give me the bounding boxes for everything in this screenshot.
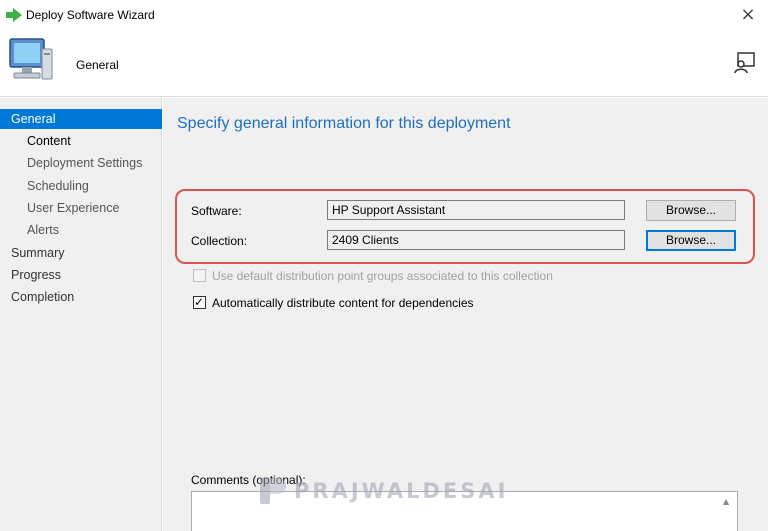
nav-item-alerts[interactable]: Alerts xyxy=(0,220,162,240)
browse-software-button[interactable]: Browse... xyxy=(646,200,736,221)
header-title: General xyxy=(76,58,119,72)
nav-item-summary[interactable]: Summary xyxy=(0,243,162,263)
browse-collection-button[interactable]: Browse... xyxy=(646,230,736,251)
nav-item-scheduling[interactable]: Scheduling xyxy=(0,176,162,196)
watermark-text: PRAJWALDESAI xyxy=(294,479,509,503)
green-arrow-icon xyxy=(6,8,22,22)
nav-item-general[interactable]: General xyxy=(0,109,162,129)
scroll-up-icon[interactable]: ▲ xyxy=(723,497,766,506)
auto-distribute-label: Automatically distribute content for dep… xyxy=(212,296,474,310)
window-title: Deploy Software Wizard xyxy=(26,8,155,22)
nav-item-content[interactable]: Content xyxy=(0,131,162,151)
checkmark-icon: ✓ xyxy=(194,295,205,309)
title-bar: Deploy Software Wizard × xyxy=(0,0,768,31)
use-default-dp-label: Use default distribution point groups as… xyxy=(212,269,553,283)
page-heading: Specify general information for this dep… xyxy=(177,115,511,132)
nav-item-completion[interactable]: Completion xyxy=(0,287,162,307)
wizard-nav: General Content Deployment Settings Sche… xyxy=(0,98,162,531)
watermark: PRAJWALDESAI xyxy=(258,476,508,506)
wizard-header: General xyxy=(0,31,768,97)
software-label: Software: xyxy=(191,204,242,218)
watermark-logo-icon xyxy=(260,478,286,504)
collection-field[interactable]: 2409 Clients xyxy=(327,230,625,250)
computer-icon xyxy=(9,38,53,80)
nav-item-progress[interactable]: Progress xyxy=(0,265,162,285)
nav-item-user-experience[interactable]: User Experience xyxy=(0,198,162,218)
software-field[interactable]: HP Support Assistant xyxy=(327,200,625,220)
close-button[interactable]: × xyxy=(736,4,760,26)
nav-item-deployment-settings[interactable]: Deployment Settings xyxy=(0,153,162,173)
use-default-dp-checkbox[interactable] xyxy=(193,269,206,282)
auto-distribute-checkbox[interactable]: ✓ xyxy=(193,295,206,309)
collection-label: Collection: xyxy=(191,234,248,248)
main-panel: Specify general information for this dep… xyxy=(163,98,768,531)
help-person-icon[interactable] xyxy=(732,51,756,75)
